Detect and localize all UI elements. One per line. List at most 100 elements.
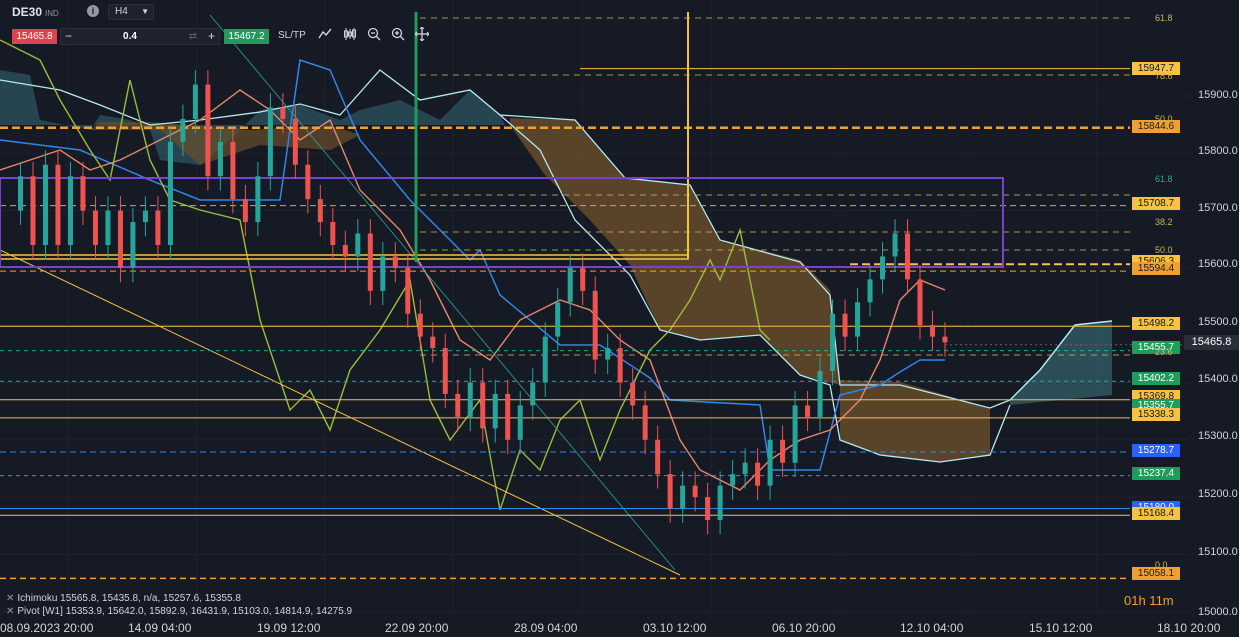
x-axis-label: 18.10 20:00 bbox=[1157, 621, 1221, 635]
fib-label: 38.2 bbox=[1155, 217, 1173, 227]
candle-body bbox=[305, 164, 311, 200]
legend-pivot[interactable]: ✕ Pivot [W1] 15353.9, 15642.0, 15892.9, 1… bbox=[6, 606, 352, 617]
x-axis-label: 14.09 04:00 bbox=[128, 621, 192, 635]
candles-icon[interactable] bbox=[341, 27, 359, 45]
candle-body bbox=[542, 336, 548, 383]
candle-timer: 01h 11m bbox=[1124, 593, 1174, 608]
candle-body bbox=[817, 371, 823, 417]
minus-icon[interactable]: − bbox=[65, 29, 72, 44]
candle-body bbox=[592, 290, 598, 360]
symbol-name[interactable]: DE30 IND bbox=[12, 5, 59, 19]
candle-body bbox=[530, 382, 536, 406]
ichimoku-span-b bbox=[0, 69, 1011, 409]
price-level-label: 15278.7 bbox=[1132, 444, 1180, 457]
candle-body bbox=[380, 256, 386, 291]
y-axis-label: 15300.0 bbox=[1198, 430, 1238, 442]
candle-body bbox=[42, 164, 48, 245]
close-icon[interactable]: ✕ bbox=[6, 606, 14, 617]
candle-body bbox=[230, 141, 236, 200]
candle-body bbox=[505, 393, 511, 440]
price-level-label: 15338.3 bbox=[1132, 408, 1180, 421]
fib-label: 50.0 bbox=[1155, 114, 1173, 124]
symbol-suffix: IND bbox=[45, 9, 59, 18]
candle-body bbox=[192, 84, 198, 119]
price-chart[interactable] bbox=[0, 0, 1239, 637]
y-axis-label: 15000.0 bbox=[1198, 606, 1238, 618]
candle-body bbox=[730, 474, 736, 486]
ichimoku-cloud-bull bbox=[0, 70, 505, 165]
candle-body bbox=[855, 302, 861, 337]
candle-body bbox=[580, 267, 586, 291]
candle-body bbox=[805, 405, 811, 417]
candle-body bbox=[767, 439, 773, 486]
candle-body bbox=[867, 279, 873, 303]
candle-body bbox=[317, 199, 323, 223]
candle-body bbox=[292, 118, 298, 165]
legend-ichimoku[interactable]: ✕ Ichimoku 15565.8, 15435.8, n/a, 15257.6… bbox=[6, 593, 241, 604]
quantity-stepper[interactable]: − 0.4 ⇄ + bbox=[60, 28, 220, 45]
candle-body bbox=[392, 256, 398, 268]
candle-body bbox=[105, 210, 111, 245]
candle-body bbox=[430, 336, 436, 349]
candle-body bbox=[80, 176, 86, 211]
candle-body bbox=[892, 233, 898, 257]
sell-button[interactable]: 15465.8 bbox=[12, 29, 57, 44]
quantity-value[interactable]: 0.4 bbox=[75, 29, 185, 44]
candle-body bbox=[155, 210, 161, 245]
line-chart-icon[interactable] bbox=[316, 27, 334, 45]
fib-label: 23.6 bbox=[1155, 347, 1173, 357]
y-axis-label: 15100.0 bbox=[1198, 546, 1238, 558]
chevron-down-icon: ▼ bbox=[141, 7, 149, 16]
candle-body bbox=[480, 382, 486, 429]
candle-body bbox=[280, 107, 286, 119]
zoom-in-icon[interactable] bbox=[389, 27, 407, 45]
candle-body bbox=[905, 233, 911, 280]
candle-body bbox=[555, 302, 561, 337]
y-axis-label: 15500.0 bbox=[1198, 316, 1238, 328]
candle-body bbox=[917, 279, 923, 326]
candle-body bbox=[830, 313, 836, 372]
candle-body bbox=[67, 176, 73, 245]
x-axis-label: 22.09 20:00 bbox=[385, 621, 449, 635]
candle-body bbox=[630, 382, 636, 406]
price-level-label: 15498.2 bbox=[1132, 317, 1180, 330]
zoom-out-icon[interactable] bbox=[365, 27, 383, 45]
candle-body bbox=[217, 141, 223, 177]
y-axis-label: 15600.0 bbox=[1198, 258, 1238, 270]
candle-body bbox=[942, 336, 948, 343]
candle-body bbox=[142, 210, 148, 223]
candle-body bbox=[667, 474, 673, 509]
sltp-button[interactable]: SL/TP bbox=[278, 30, 306, 41]
candle-body bbox=[405, 267, 411, 314]
price-level-label: 15594.4 bbox=[1132, 262, 1180, 275]
crosshair-icon[interactable] bbox=[413, 26, 431, 45]
ichimoku-cloud bbox=[1010, 321, 1112, 405]
candle-body bbox=[680, 485, 686, 509]
candle-body bbox=[242, 199, 248, 223]
price-level-label: 15237.4 bbox=[1132, 467, 1180, 480]
timeframe-select[interactable]: H4 ▼ bbox=[108, 4, 154, 20]
buy-button[interactable]: 15467.2 bbox=[224, 29, 269, 44]
x-axis-label: 08.09.2023 20:00 bbox=[0, 621, 94, 635]
legend-pivot-text: Pivot [W1] 15353.9, 15642.0, 15892.9, 16… bbox=[17, 606, 353, 617]
legend-ichimoku-text: Ichimoku 15565.8, 15435.8, n/a, 15257.6,… bbox=[17, 593, 241, 604]
candle-body bbox=[255, 176, 261, 223]
price-level-label: 15708.7 bbox=[1132, 197, 1180, 210]
close-icon[interactable]: ✕ bbox=[6, 593, 14, 604]
candle-body bbox=[130, 222, 136, 268]
trendline bbox=[0, 249, 681, 576]
info-icon[interactable]: i bbox=[87, 5, 99, 17]
y-axis-label: 15700.0 bbox=[1198, 202, 1238, 214]
price-level-label: 15168.4 bbox=[1132, 507, 1180, 520]
candle-body bbox=[517, 405, 523, 440]
plus-icon[interactable]: + bbox=[208, 29, 215, 44]
candle-body bbox=[355, 233, 361, 257]
candle-body bbox=[330, 222, 336, 245]
timeframe-value: H4 bbox=[115, 6, 128, 17]
candle-body bbox=[92, 210, 98, 245]
swap-icon[interactable]: ⇄ bbox=[189, 29, 197, 44]
candle-body bbox=[492, 393, 498, 429]
candle-body bbox=[417, 313, 423, 337]
fib-label: 50.0 bbox=[1155, 245, 1173, 255]
y-axis-label: 15900.0 bbox=[1198, 89, 1238, 101]
